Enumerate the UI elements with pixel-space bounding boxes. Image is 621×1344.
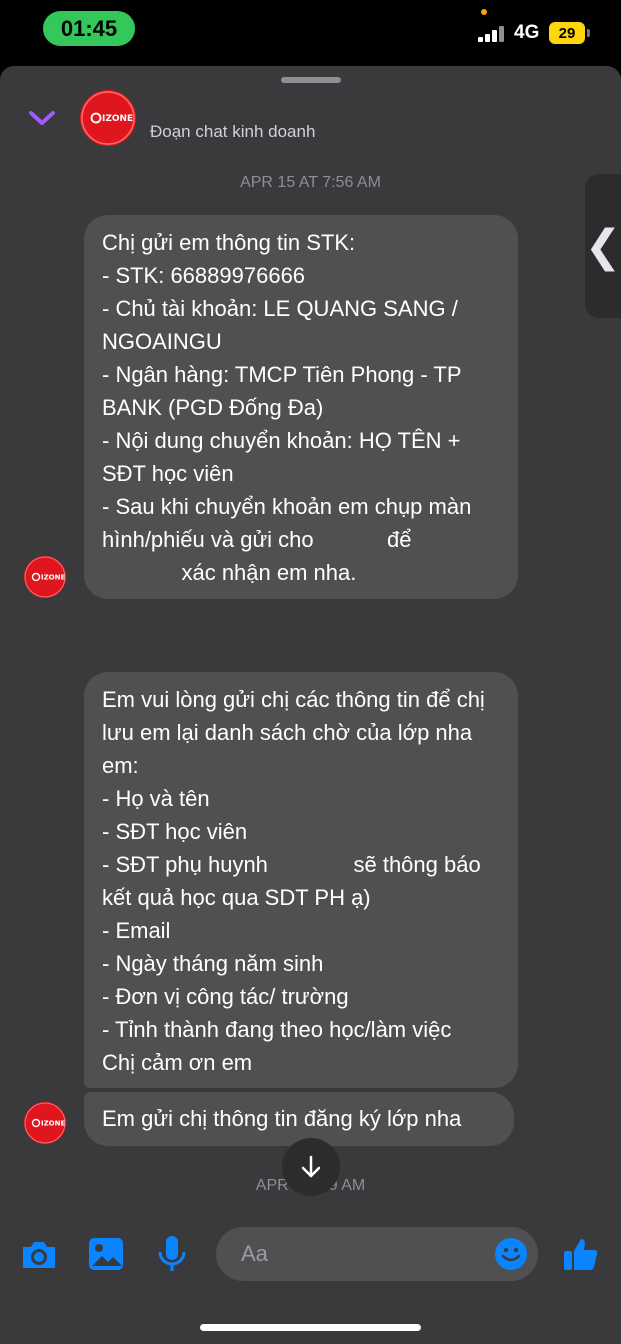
camera-icon[interactable] bbox=[19, 1234, 59, 1274]
emoji-icon[interactable] bbox=[494, 1237, 528, 1271]
message-input[interactable] bbox=[239, 1240, 483, 1268]
privacy-indicator-dot bbox=[481, 9, 487, 15]
chat-avatar[interactable]: IZONE bbox=[80, 90, 136, 146]
battery-icon: 29 bbox=[549, 22, 585, 44]
timestamp: APR 15 AT 7:56 AM bbox=[240, 174, 381, 191]
chat-sheet: IZONE Đoạn chat kinh doanh APR 15 AT 7:5… bbox=[0, 66, 621, 1344]
thumbs-up-icon[interactable] bbox=[561, 1234, 601, 1274]
izone-logo-icon: IZONE bbox=[81, 91, 135, 145]
message-bubble[interactable]: Em gửi chị thông tin đăng ký lớp nha bbox=[84, 1092, 514, 1146]
izone-logo-icon: IZONE bbox=[24, 556, 66, 598]
sender-avatar[interactable]: IZONE bbox=[24, 556, 66, 598]
status-time[interactable]: 01:45 bbox=[43, 11, 135, 46]
image-icon[interactable] bbox=[86, 1234, 126, 1274]
battery-cap bbox=[587, 29, 590, 37]
message-bubble[interactable]: Chị gửi em thông tin STK: - STK: 6688997… bbox=[84, 215, 518, 599]
arrow-down-icon bbox=[301, 1155, 321, 1178]
chevron-down-icon[interactable] bbox=[26, 106, 58, 130]
svg-text:IZONE: IZONE bbox=[41, 1120, 65, 1128]
scroll-to-bottom-button[interactable] bbox=[282, 1138, 340, 1196]
signal-icon bbox=[478, 26, 508, 42]
chevron-left-icon[interactable]: ❮ bbox=[585, 174, 621, 318]
status-bar: 01:45 4G 29 bbox=[0, 0, 621, 64]
svg-text:IZONE: IZONE bbox=[102, 114, 133, 124]
message-input-container[interactable] bbox=[216, 1227, 538, 1281]
sheet-grabber[interactable] bbox=[281, 77, 341, 83]
sender-avatar[interactable]: IZONE bbox=[24, 1102, 66, 1144]
battery-level: 29 bbox=[558, 24, 576, 42]
svg-text:IZONE: IZONE bbox=[41, 574, 65, 582]
home-indicator[interactable] bbox=[200, 1324, 421, 1331]
network-label: 4G bbox=[514, 22, 540, 43]
message-bubble[interactable]: Em vui lòng gửi chị các thông tin để chị… bbox=[84, 672, 518, 1088]
izone-logo-icon: IZONE bbox=[24, 1102, 66, 1144]
chat-title[interactable]: Đoạn chat kinh doanh bbox=[150, 122, 315, 142]
microphone-icon[interactable] bbox=[152, 1234, 192, 1274]
